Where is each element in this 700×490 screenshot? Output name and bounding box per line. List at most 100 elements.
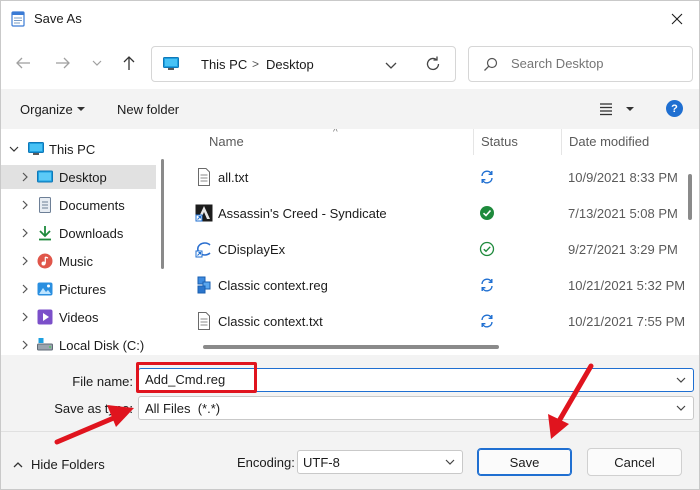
tree-item-desktop[interactable]: Desktop	[1, 165, 156, 189]
breadcrumb-desktop[interactable]: Desktop	[266, 57, 314, 72]
app-shortcut-icon	[195, 242, 211, 258]
forward-button[interactable]	[51, 51, 75, 75]
recent-locations-button[interactable]	[85, 51, 109, 75]
arrow-right-icon	[56, 57, 70, 69]
pc-icon	[28, 142, 44, 155]
encoding-label: Encoding:	[237, 455, 295, 470]
search-box[interactable]	[468, 46, 693, 82]
file-name-label: File name:	[72, 374, 133, 389]
column-header-date-modified[interactable]: Date modified	[569, 134, 649, 149]
column-header-name[interactable]: Name	[209, 134, 244, 149]
videos-icon	[37, 309, 53, 325]
file-date: 10/21/2021 7:55 PM	[568, 314, 686, 329]
encoding-value: UTF-8	[303, 455, 340, 470]
chevron-right-icon[interactable]	[20, 256, 30, 266]
tree-item-music[interactable]: Music	[1, 249, 156, 273]
chevron-down-icon[interactable]	[444, 457, 456, 467]
chevron-right-icon[interactable]	[20, 200, 30, 210]
downloads-icon	[39, 226, 51, 241]
breadcrumb-this-pc[interactable]: This PC	[201, 57, 247, 72]
breadcrumb-separator: >	[252, 57, 260, 71]
tree-item-label: Videos	[59, 310, 99, 325]
file-name: all.txt	[218, 170, 249, 185]
sort-ascending-icon: ^	[333, 129, 338, 138]
up-button[interactable]	[117, 51, 141, 75]
tree-item-label: This PC	[49, 142, 96, 157]
text-file-icon	[198, 168, 210, 186]
chevron-up-icon[interactable]	[13, 461, 23, 469]
available-locally-icon	[479, 241, 495, 257]
chevron-right-icon[interactable]	[20, 172, 30, 182]
chevron-right-icon[interactable]	[20, 228, 30, 238]
sync-pending-icon	[481, 170, 493, 184]
arrow-up-icon	[123, 56, 135, 70]
organize-menu[interactable]: Organize	[20, 102, 73, 117]
refresh-icon[interactable]	[424, 55, 442, 73]
navigation-pane-scrollbar[interactable]	[161, 159, 164, 269]
registry-file-icon	[197, 276, 211, 294]
column-divider[interactable]	[473, 129, 474, 155]
documents-icon	[39, 197, 51, 213]
navigation-pane: This PC Desktop Documents Downloads Musi…	[1, 129, 173, 355]
file-row[interactable]: CDisplayEx 9/27/2021 3:29 PM	[173, 231, 683, 267]
music-icon	[37, 253, 53, 269]
search-icon	[484, 57, 498, 71]
pictures-icon	[37, 282, 53, 296]
tree-item-pictures[interactable]: Pictures	[1, 277, 156, 301]
annotation-highlight-box	[136, 362, 257, 393]
chevron-down-icon	[92, 60, 102, 66]
save-as-type-value: All Files (*.*)	[145, 401, 221, 416]
new-folder-button[interactable]: New folder	[117, 102, 179, 117]
tree-item-label: Documents	[59, 198, 125, 213]
tree-item-label: Downloads	[59, 226, 124, 241]
tree-item-this-pc[interactable]: This PC	[1, 137, 156, 161]
save-button[interactable]: Save	[477, 448, 572, 476]
command-bar: Organize New folder ?	[1, 89, 699, 129]
address-bar[interactable]: This PC > Desktop	[151, 46, 456, 82]
file-name: Classic context.txt	[218, 314, 323, 329]
save-as-type-select[interactable]: All Files (*.*)	[138, 396, 694, 420]
chevron-right-icon[interactable]	[20, 284, 30, 294]
save-as-type-label: Save as type:	[54, 401, 133, 416]
file-list-horizontal-scrollbar[interactable]	[203, 345, 499, 349]
drive-icon	[37, 338, 53, 351]
tree-item-downloads[interactable]: Downloads	[1, 221, 156, 245]
footer-divider	[1, 431, 699, 432]
navigation-bar: This PC > Desktop	[1, 37, 699, 89]
file-date: 9/27/2021 3:29 PM	[568, 242, 678, 257]
chevron-down-icon[interactable]	[9, 144, 19, 154]
cancel-button[interactable]: Cancel	[587, 448, 682, 476]
tree-item-documents[interactable]: Documents	[1, 193, 156, 217]
available-offline-icon	[480, 206, 494, 220]
file-row[interactable]: Assassin's Creed - Syndicate 7/13/2021 5…	[173, 195, 683, 231]
chevron-right-icon[interactable]	[20, 312, 30, 322]
close-icon	[671, 13, 683, 25]
sync-pending-icon	[481, 278, 493, 292]
chevron-down-icon[interactable]	[675, 375, 687, 385]
chevron-down-icon[interactable]	[675, 403, 687, 413]
tree-item-videos[interactable]: Videos	[1, 305, 156, 329]
file-date: 10/9/2021 8:33 PM	[568, 170, 678, 185]
tree-item-local-disk[interactable]: Local Disk (C:)	[1, 333, 156, 355]
chevron-right-icon[interactable]	[20, 340, 30, 350]
file-row[interactable]: Classic context.reg 10/21/2021 5:32 PM	[173, 267, 685, 303]
column-header-status[interactable]: Status	[481, 134, 518, 149]
encoding-select[interactable]: UTF-8	[297, 450, 463, 474]
pc-icon	[163, 57, 179, 70]
back-button[interactable]	[11, 51, 35, 75]
hide-folders-button[interactable]: Hide Folders	[31, 457, 105, 472]
file-row[interactable]: Classic context.txt 10/21/2021 7:55 PM	[173, 303, 686, 339]
help-icon[interactable]: ?	[666, 100, 683, 117]
caret-down-icon[interactable]	[626, 107, 634, 111]
file-name: Assassin's Creed - Syndicate	[218, 206, 387, 221]
caret-down-icon	[77, 107, 85, 111]
sync-pending-icon	[481, 314, 493, 328]
column-divider[interactable]	[561, 129, 562, 155]
view-options-icon[interactable]	[599, 102, 613, 116]
save-as-dialog: Save As This PC > Desktop Search Desktop…	[0, 0, 700, 490]
file-list-vertical-scrollbar[interactable]	[688, 174, 692, 220]
chevron-down-icon[interactable]	[384, 57, 398, 73]
close-button[interactable]	[659, 3, 695, 35]
search-input[interactable]	[511, 56, 681, 71]
file-row[interactable]: all.txt 10/9/2021 8:33 PM	[173, 159, 683, 195]
